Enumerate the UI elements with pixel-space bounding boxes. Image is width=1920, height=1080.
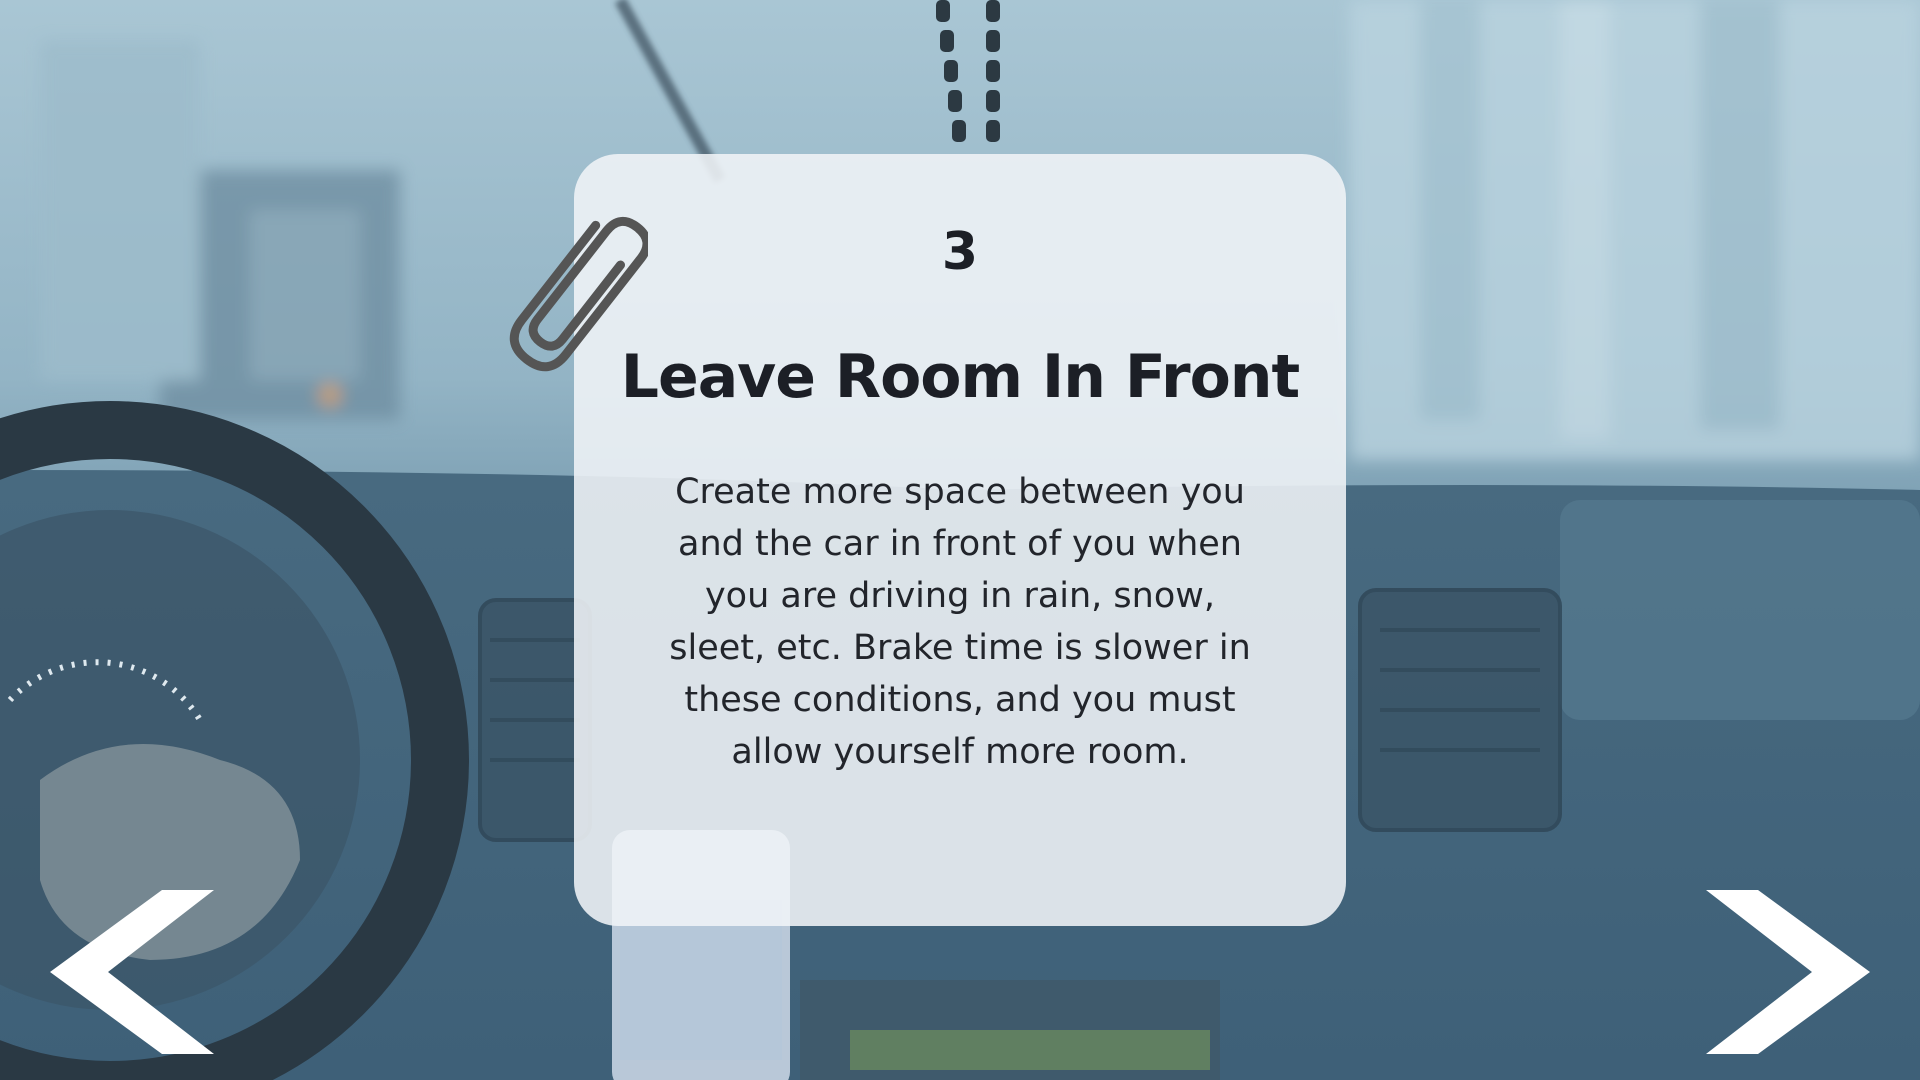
step-number: 3 <box>941 222 979 282</box>
card-body-text: Create more space between you and the ca… <box>669 472 1251 772</box>
paperclip-icon <box>509 217 648 372</box>
card-title: Leave Room In Front <box>620 342 1300 412</box>
chevron-right-icon[interactable] <box>1706 890 1870 1054</box>
chevron-left-icon[interactable] <box>50 890 214 1054</box>
info-card: 3 Leave Room In Front Create more space … <box>574 154 1346 926</box>
slide-stage: 3 Leave Room In Front Create more space … <box>0 0 1920 1080</box>
